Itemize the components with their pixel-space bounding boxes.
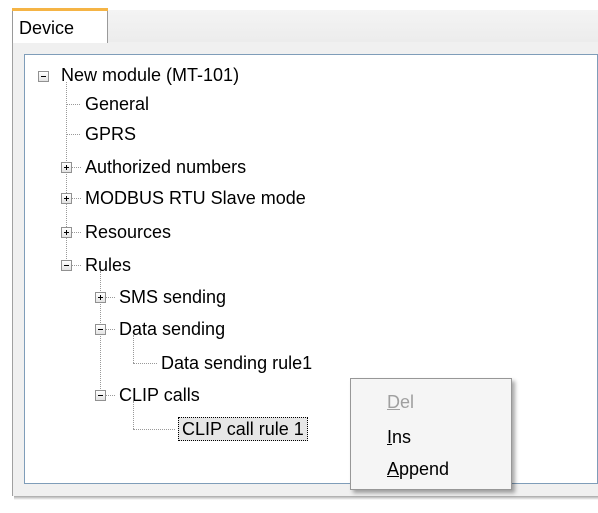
tree-line <box>71 265 81 266</box>
tree-line <box>105 395 115 396</box>
expand-icon[interactable] <box>95 292 106 303</box>
tree-line <box>105 297 115 298</box>
tree-node-clip-calls[interactable]: CLIP calls <box>116 383 203 407</box>
tree-line <box>71 198 81 199</box>
tree-line <box>105 329 115 330</box>
context-menu: Del Ins Append <box>350 378 512 490</box>
collapse-icon[interactable] <box>38 71 49 82</box>
tree-node-gprs[interactable]: GPRS <box>82 122 139 146</box>
tree-line <box>71 232 81 233</box>
panel-shadow <box>14 496 598 500</box>
tree-node-modbus[interactable]: MODBUS RTU Slave mode <box>82 186 309 210</box>
expand-icon[interactable] <box>61 193 72 204</box>
tree-line <box>133 429 175 430</box>
tree-line <box>133 363 157 364</box>
tree-node-root[interactable]: New module (MT-101) <box>58 63 242 87</box>
tree-node-data-sending[interactable]: Data sending <box>116 317 228 341</box>
expand-icon[interactable] <box>61 162 72 173</box>
tree-node-data-sending-rule[interactable]: Data sending rule1 <box>158 351 315 375</box>
tree-node-rules[interactable]: Rules <box>82 253 134 277</box>
collapse-icon[interactable] <box>95 324 106 335</box>
collapse-icon[interactable] <box>61 260 72 271</box>
tree-line <box>71 167 81 168</box>
menu-item-append[interactable]: Append <box>387 456 449 482</box>
tree-line <box>66 104 80 105</box>
menu-item-del[interactable]: Del <box>387 389 414 415</box>
tree-node-sms-sending[interactable]: SMS sending <box>116 285 229 309</box>
tree-node-clip-call-rule[interactable]: CLIP call rule 1 <box>178 417 308 441</box>
tree-node-resources[interactable]: Resources <box>82 220 174 244</box>
menu-item-ins[interactable]: Ins <box>387 424 411 450</box>
tree-line <box>66 134 80 135</box>
tree-node-general[interactable]: General <box>82 92 152 116</box>
expand-icon[interactable] <box>61 227 72 238</box>
tree-node-authorized-numbers[interactable]: Authorized numbers <box>82 155 249 179</box>
collapse-icon[interactable] <box>95 390 106 401</box>
tab-device-label: Device <box>19 18 75 38</box>
tab-device[interactable]: Device <box>12 8 108 43</box>
